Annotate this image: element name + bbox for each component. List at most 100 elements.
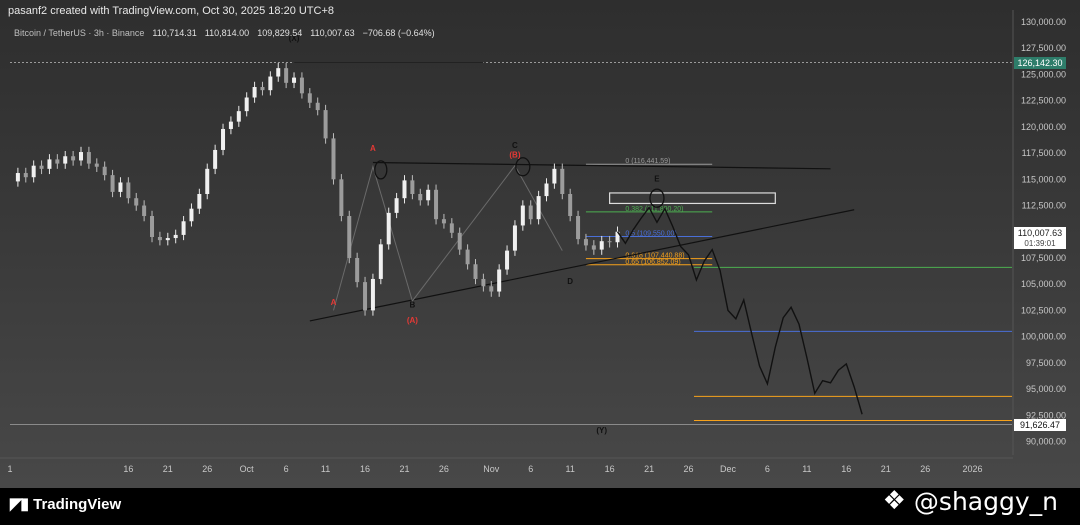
price-tick-label: 115,000.00 [1022, 174, 1066, 184]
tradingview-brand[interactable]: ◤▮ TradingView [10, 494, 121, 514]
candle-body [197, 194, 202, 209]
candle-body [142, 205, 147, 217]
price-tick-label: 130,000.00 [1021, 17, 1066, 27]
candle-body [102, 166, 107, 176]
time-tick-label: 6 [284, 464, 289, 474]
candle-body [386, 212, 391, 245]
candle-body [410, 180, 415, 194]
top-price-label: 126,142.30 [1017, 58, 1062, 68]
time-tick-label: 11 [566, 464, 575, 474]
candle-body [370, 278, 375, 311]
time-tick-label: Dec [720, 464, 737, 474]
time-tick-label: 26 [202, 464, 212, 474]
tradingview-logo-icon: ◤▮ [10, 496, 29, 513]
candle-body [252, 87, 257, 98]
candle-body [599, 241, 604, 250]
candle-body [110, 175, 115, 192]
candle-body [378, 244, 383, 279]
wave-label: A [331, 298, 337, 307]
candle-body [591, 245, 596, 250]
candle-body [347, 216, 352, 258]
candle-body [71, 156, 76, 161]
price-tick-label: 95,000.00 [1026, 384, 1066, 394]
price-tick-label: 100,000.00 [1021, 332, 1066, 342]
time-tick-label: 26 [439, 464, 449, 474]
author-signature: ❖ @shaggy_n [883, 486, 1058, 516]
time-tick-label: 6 [528, 464, 533, 474]
price-tick-label: 90,000.00 [1026, 437, 1066, 447]
candle-body [268, 76, 273, 91]
chart-background [0, 0, 1080, 488]
ohlc-close: 110,007.63 [310, 28, 355, 38]
candle-body [221, 128, 226, 150]
candle-body [55, 159, 60, 164]
chart-canvas[interactable]: 130,000.00 127,500.00 125,000.00 122,500.00… [0, 0, 1080, 525]
binance-diamond-icon: ❖ [882, 486, 906, 516]
wave-label: (Y) [596, 426, 607, 435]
current-price-label: 110,007.63 [1018, 228, 1062, 238]
candle-body [355, 257, 360, 283]
created-with-line: pasanf2 created with TradingView.com, Oc… [8, 5, 335, 17]
resistance-box [609, 192, 776, 205]
candle-body [39, 165, 44, 169]
wave-label: A [370, 144, 376, 153]
wave-label: C [512, 141, 518, 150]
candle-body [86, 152, 91, 164]
candle-body [536, 196, 541, 220]
ohlc-change: −706.68 (−0.64%) [362, 28, 435, 38]
candle-body [426, 189, 431, 201]
candle-body [31, 165, 36, 178]
price-tick-label: 92,500.00 [1026, 410, 1066, 420]
candle-body [173, 234, 178, 239]
wave-label: D [567, 277, 573, 286]
candle-body [528, 205, 533, 220]
candle-body [15, 173, 20, 182]
time-tick-label: 16 [841, 464, 851, 474]
price-tick-label: 105,000.00 [1021, 279, 1066, 289]
candle-body [205, 168, 210, 194]
candle-body [94, 163, 99, 167]
candle-body [189, 208, 194, 222]
price-tick-label: 112,500.00 [1022, 201, 1066, 211]
tradingview-brand-label: TradingView [33, 495, 122, 513]
time-tick-label: 2026 [963, 464, 983, 474]
time-tick-label: 26 [684, 464, 694, 474]
time-tick-label: 21 [644, 464, 654, 474]
price-tick-label: 125,000.00 [1021, 69, 1066, 79]
candle-body [126, 182, 131, 199]
price-tick-label: 122,500.00 [1021, 96, 1066, 106]
candle-body [181, 221, 186, 235]
candle-body [228, 121, 233, 129]
candle-body [481, 278, 486, 287]
candle-body [236, 111, 241, 122]
price-chart[interactable]: 130,000.00 127,500.00 125,000.00 122,500.00… [0, 0, 1080, 488]
candle-body [315, 102, 320, 111]
candle-body [339, 179, 344, 217]
candle-body [331, 138, 336, 180]
ohlc-high: 110,814.00 [204, 28, 250, 38]
candle-body [449, 223, 454, 233]
time-tick-label: 16 [123, 464, 133, 474]
fib-level-label: 0.65 (106,852.09) [625, 259, 680, 266]
ohlc-low: 109,829.54 [257, 28, 303, 38]
candle-body [47, 159, 52, 169]
candle-body [244, 97, 249, 112]
symbol-name[interactable]: Bitcoin / TetherUS · 3h · Binance [14, 28, 144, 38]
candle-body [157, 237, 162, 241]
candle-body [307, 93, 312, 103]
candle-body [363, 282, 368, 311]
price-tick-label: 102,500.00 [1021, 305, 1066, 315]
candle-body [465, 249, 470, 265]
candle-body [150, 216, 155, 237]
bar-countdown: 01:39:01 [1024, 239, 1056, 248]
candle-body [134, 198, 139, 206]
ohlc-open: 110,714.31 [152, 28, 197, 38]
wave-label: (A) [407, 316, 418, 325]
candle-body [583, 239, 588, 246]
candle-body [79, 152, 84, 161]
time-tick-label: 11 [321, 464, 330, 474]
candle-body [568, 194, 573, 217]
time-tick-label: Oct [240, 464, 255, 474]
time-tick-label: 16 [360, 464, 370, 474]
fib-level-label: 0.5 (109,550.00) [625, 230, 676, 237]
